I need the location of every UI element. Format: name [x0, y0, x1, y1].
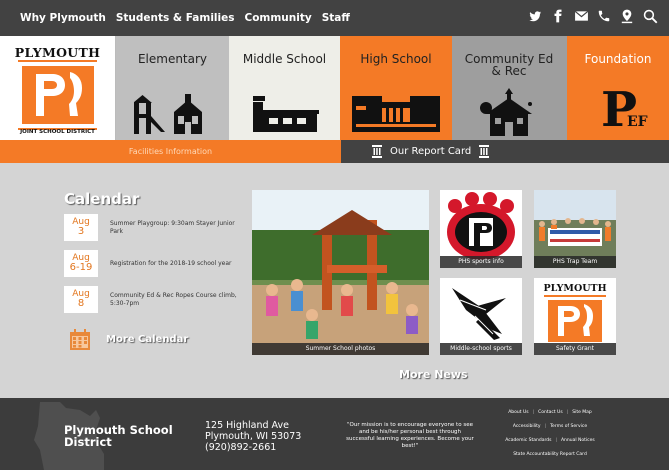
tile-middle-school-label: Middle School: [242, 52, 327, 66]
news-trap-team[interactable]: PHS Trap Team: [534, 190, 616, 268]
footer: Plymouth School District 125 Highland Av…: [0, 398, 669, 470]
news-safety-grant[interactable]: PLYMOUTH Safety Grant: [534, 278, 616, 355]
phone-icon[interactable]: [597, 9, 611, 28]
calendar-heading: Calendar: [64, 190, 140, 208]
footer-link-sitemap[interactable]: Site Map: [572, 410, 592, 415]
tile-middle-school[interactable]: Middle School: [229, 36, 340, 140]
twitter-icon[interactable]: [528, 9, 542, 28]
pillar-icon: [479, 145, 490, 158]
sub-bar: Facilities Information Our Report Card: [0, 140, 669, 163]
district-address: 125 Highland Ave Plymouth, WI 53073 (920…: [205, 420, 301, 453]
facilities-link[interactable]: Facilities Information: [0, 140, 341, 163]
event-text: Registration for the 2018-19 school year: [110, 259, 232, 267]
news-caption: PHS sports info: [440, 256, 522, 268]
report-card-link[interactable]: Our Report Card: [372, 140, 490, 163]
social-icons: [528, 9, 658, 28]
news-phs-sports[interactable]: PHS sports info: [440, 190, 522, 268]
footer-link-standards[interactable]: Academic Standards: [505, 438, 551, 443]
district-name: Plymouth School District: [64, 424, 173, 448]
foundation-mark: EF: [627, 114, 648, 130]
tile-foundation[interactable]: Foundation P EF: [567, 36, 669, 140]
news-caption: Summer School photos: [252, 343, 429, 355]
tile-community-ed[interactable]: Community Ed & Rec: [452, 36, 567, 140]
footer-link-about[interactable]: About Us: [508, 410, 528, 415]
more-calendar-link[interactable]: More Calendar: [70, 329, 188, 350]
mission-statement: "Our mission is to encourage everyone to…: [346, 422, 474, 449]
logo-divider: [18, 60, 97, 62]
nav-community[interactable]: Community: [245, 12, 312, 24]
facebook-icon[interactable]: [551, 9, 565, 28]
mail-icon[interactable]: [574, 9, 589, 28]
news-summer-school[interactable]: Summer School photos: [252, 190, 429, 355]
district-logo-icon: [22, 66, 94, 124]
main-nav: Why Plymouth Students & Families Communi…: [0, 12, 350, 24]
tile-high-school[interactable]: High School: [340, 36, 452, 140]
address-line: Plymouth, WI 53073: [205, 431, 302, 442]
address-line: 125 Highland Ave: [205, 420, 289, 431]
nav-staff[interactable]: Staff: [322, 12, 350, 24]
event-date: Aug 6-19: [64, 250, 98, 277]
footer-link-terms[interactable]: Terms of Service: [550, 424, 587, 429]
event-text: Summer Playgroup: 9:30am Stayer Junior P…: [110, 219, 235, 235]
top-nav: Why Plymouth Students & Families Communi…: [0, 0, 669, 36]
news-caption: Safety Grant: [534, 343, 616, 355]
search-icon[interactable]: [643, 9, 658, 28]
tile-high-school-label: High School: [360, 52, 432, 66]
nav-why-plymouth[interactable]: Why Plymouth: [20, 12, 106, 24]
event-date: Aug 3: [64, 214, 98, 241]
nav-students-families[interactable]: Students & Families: [116, 12, 235, 24]
calendar-event[interactable]: Aug 6-19 Registration for the 2018-19 sc…: [64, 250, 254, 277]
calendar-event[interactable]: Aug 3 Summer Playgroup: 9:30am Stayer Ju…: [64, 214, 254, 241]
tile-elementary[interactable]: Elementary: [116, 36, 229, 140]
tile-community-ed-label: Community Ed & Rec: [464, 52, 554, 78]
event-text: Community Ed & Rec Ropes Course climb, 5…: [110, 291, 237, 307]
footer-link-accessibility[interactable]: Accessibility: [513, 424, 541, 429]
news-caption: PHS Trap Team: [534, 256, 616, 268]
news-caption: Middle-school sports: [440, 343, 522, 355]
pillar-icon: [372, 145, 382, 158]
location-icon[interactable]: [620, 9, 634, 28]
footer-link-contact[interactable]: Contact Us: [538, 410, 563, 415]
report-card-label: Our Report Card: [390, 146, 472, 157]
playground-icon: [134, 94, 202, 134]
tile-elementary-label: Elementary: [137, 52, 208, 66]
event-day: 8: [77, 298, 85, 309]
footer-link-report-card[interactable]: State Accountability Report Card: [513, 452, 587, 457]
district-name-line: District: [64, 435, 112, 449]
more-calendar-label: More Calendar: [106, 334, 189, 345]
tile-foundation-label: Foundation: [584, 52, 652, 66]
middle-school-building-icon: [253, 96, 319, 132]
logo-text-top: PLYMOUTH: [14, 45, 101, 60]
logo-text-bottom: JOINT SCHOOL DISTRICT: [20, 129, 95, 135]
event-day: 3: [77, 226, 85, 237]
event-day: 6-19: [69, 262, 93, 273]
news-middle-school-sports[interactable]: Middle-school sports: [440, 278, 522, 355]
calendar-event[interactable]: Aug 8 Community Ed & Rec Ropes Course cl…: [64, 286, 254, 313]
district-logo-tile[interactable]: PLYMOUTH JOINT SCHOOL DISTRICT: [0, 36, 116, 140]
playground-photo: [252, 190, 429, 355]
schoolhouse-icon: [480, 88, 532, 136]
more-news-link[interactable]: More News: [399, 368, 468, 381]
footer-link-notices[interactable]: Annual Notices: [561, 438, 595, 443]
event-date: Aug 8: [64, 286, 98, 313]
footer-links: About Us | Contact Us | Site Map Accessibi…: [505, 410, 595, 457]
high-school-building-icon: [352, 96, 440, 132]
phone-number[interactable]: (920)892-2661: [205, 442, 301, 453]
calendar-icon: [70, 329, 90, 350]
school-tiles: PLYMOUTH JOINT SCHOOL DISTRICT Elementar…: [0, 36, 669, 140]
